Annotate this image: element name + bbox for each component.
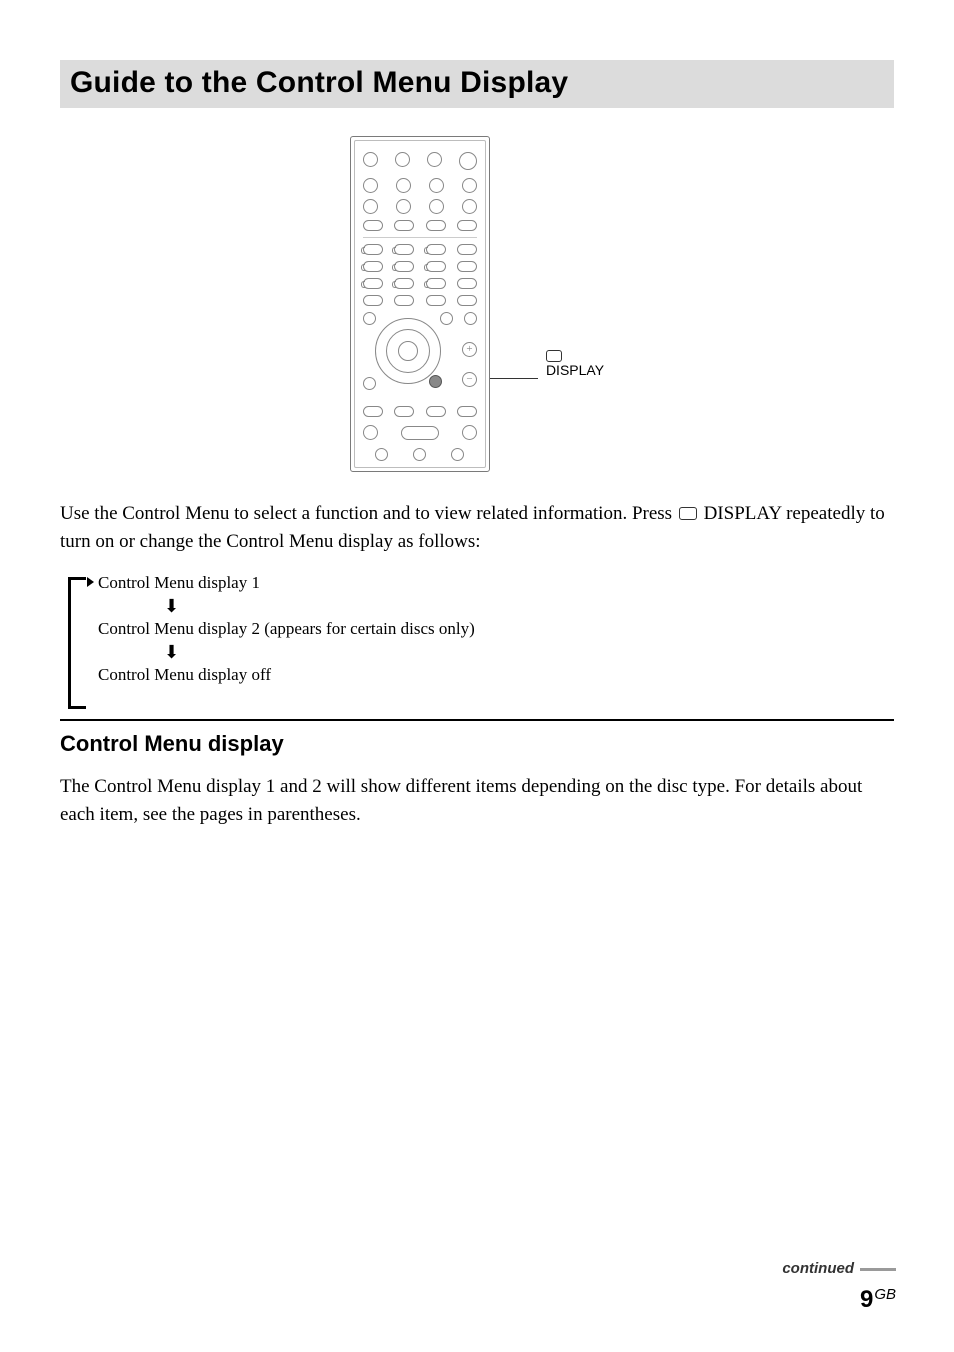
section-rule xyxy=(60,719,894,721)
cycle-loop-arrow-icon xyxy=(68,577,86,709)
cycle-line-3: Control Menu display off xyxy=(98,665,894,685)
display-button-highlight xyxy=(429,375,442,388)
intro-paragraph: Use the Control Menu to select a functio… xyxy=(60,500,894,555)
down-arrow-icon: ⬇ xyxy=(164,597,894,615)
page-number: 9GB xyxy=(782,1286,896,1314)
continued-label: continued xyxy=(782,1260,896,1278)
remote-illustration: + − DISPLAY xyxy=(60,136,894,472)
display-icon xyxy=(546,350,562,362)
remote-body: + − xyxy=(350,136,490,472)
display-callout: DISPLAY xyxy=(490,136,604,379)
cycle-line-1: Control Menu display 1 xyxy=(98,573,894,593)
display-cycle-diagram: Control Menu display 1 ⬇ Control Menu di… xyxy=(68,573,894,685)
page-title-band: Guide to the Control Menu Display xyxy=(60,60,894,108)
cycle-line-2: Control Menu display 2 (appears for cert… xyxy=(98,619,894,639)
page-title: Guide to the Control Menu Display xyxy=(70,66,884,100)
down-arrow-icon: ⬇ xyxy=(164,643,894,661)
volume-minus-icon: − xyxy=(462,372,477,387)
display-callout-label: DISPLAY xyxy=(546,362,604,378)
display-icon xyxy=(679,507,697,520)
volume-plus-icon: + xyxy=(462,342,477,357)
section-heading: Control Menu display xyxy=(60,731,894,757)
section-paragraph: The Control Menu display 1 and 2 will sh… xyxy=(60,773,894,828)
